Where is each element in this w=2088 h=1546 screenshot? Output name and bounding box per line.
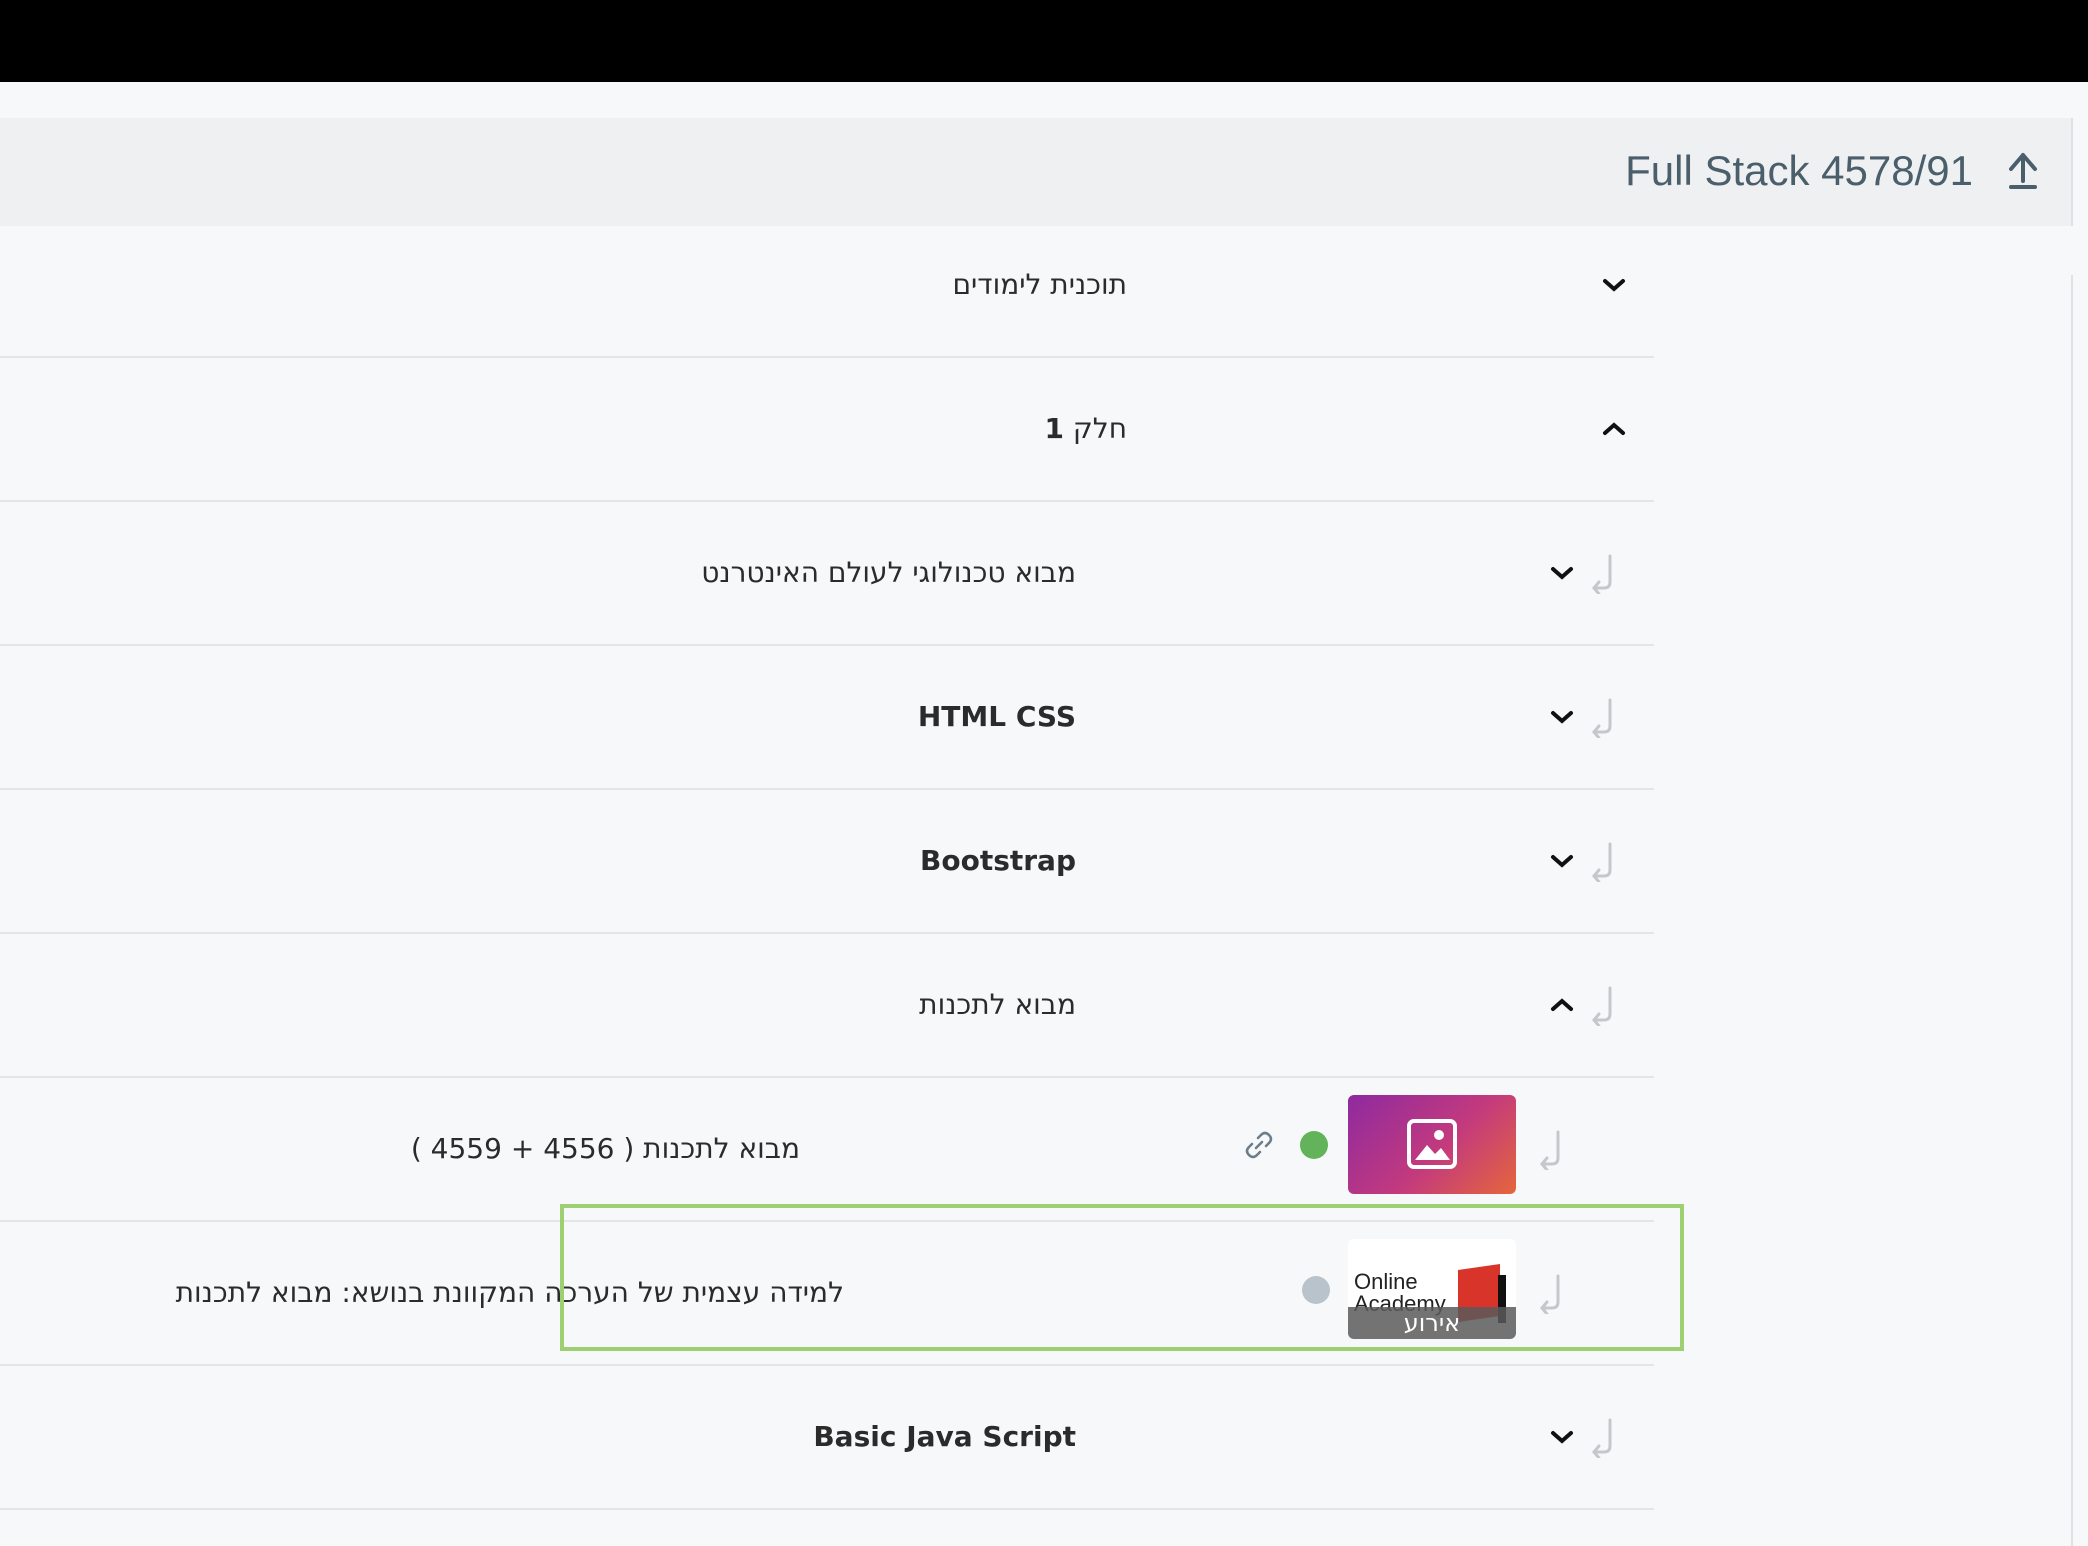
part-label: חלק 1 — [1044, 412, 1127, 445]
arrow-up-icon[interactable] — [2005, 151, 2041, 191]
top-bar — [0, 0, 2088, 82]
program-label: תוכנית לימודים — [952, 268, 1127, 301]
nested-arrow-icon — [1592, 698, 1612, 738]
module-row[interactable]: מבוא טכנולוגי לעולם האינטרנט — [0, 501, 1654, 646]
chevron-down-icon[interactable] — [1601, 276, 1627, 294]
nested-arrow-icon — [1592, 842, 1612, 882]
module-label: מבוא לתכנות — [919, 988, 1076, 1021]
lesson-item-label[interactable]: מבוא לתכנות ( 4556 + 4559 ) — [411, 1077, 800, 1220]
part-number: 1 — [1044, 412, 1065, 445]
program-row[interactable]: תוכנית לימודים — [0, 213, 1654, 358]
module-label: מבוא טכנולוגי לעולם האינטרנט — [701, 556, 1076, 589]
side-scroll-rail[interactable] — [2071, 275, 2073, 1546]
module-row[interactable]: Bootstrap — [0, 789, 1654, 934]
module-label: Bootstrap — [920, 844, 1076, 877]
chevron-down-icon[interactable] — [1549, 564, 1575, 582]
nested-arrow-icon — [1592, 554, 1612, 594]
chevron-up-icon[interactable] — [1549, 996, 1575, 1014]
module-row[interactable]: Basic Java Script — [0, 1365, 1654, 1510]
module-row[interactable]: HTML CSS — [0, 645, 1654, 790]
image-placeholder-icon — [1407, 1119, 1457, 1169]
nested-arrow-icon — [1592, 986, 1612, 1026]
chevron-down-icon[interactable] — [1549, 852, 1575, 870]
nested-arrow-icon — [1592, 1418, 1612, 1458]
chevron-down-icon[interactable] — [1549, 708, 1575, 726]
part-row[interactable]: חלק 1 — [0, 357, 1654, 502]
module-label: Basic Java Script — [813, 1420, 1076, 1453]
course-title: Full Stack 4578/91 — [1625, 147, 1973, 194]
selection-highlight — [560, 1204, 1684, 1351]
link-icon[interactable] — [1243, 1129, 1275, 1161]
header-divider — [2071, 118, 2073, 226]
chevron-up-icon[interactable] — [1601, 420, 1627, 438]
module-row[interactable]: מבוא לתכנות — [0, 933, 1654, 1078]
nested-arrow-icon — [1540, 1130, 1560, 1170]
module-label: HTML CSS — [917, 700, 1076, 733]
lesson-thumbnail[interactable] — [1348, 1095, 1516, 1194]
chevron-down-icon[interactable] — [1549, 1428, 1575, 1446]
status-dot-complete — [1300, 1131, 1328, 1159]
